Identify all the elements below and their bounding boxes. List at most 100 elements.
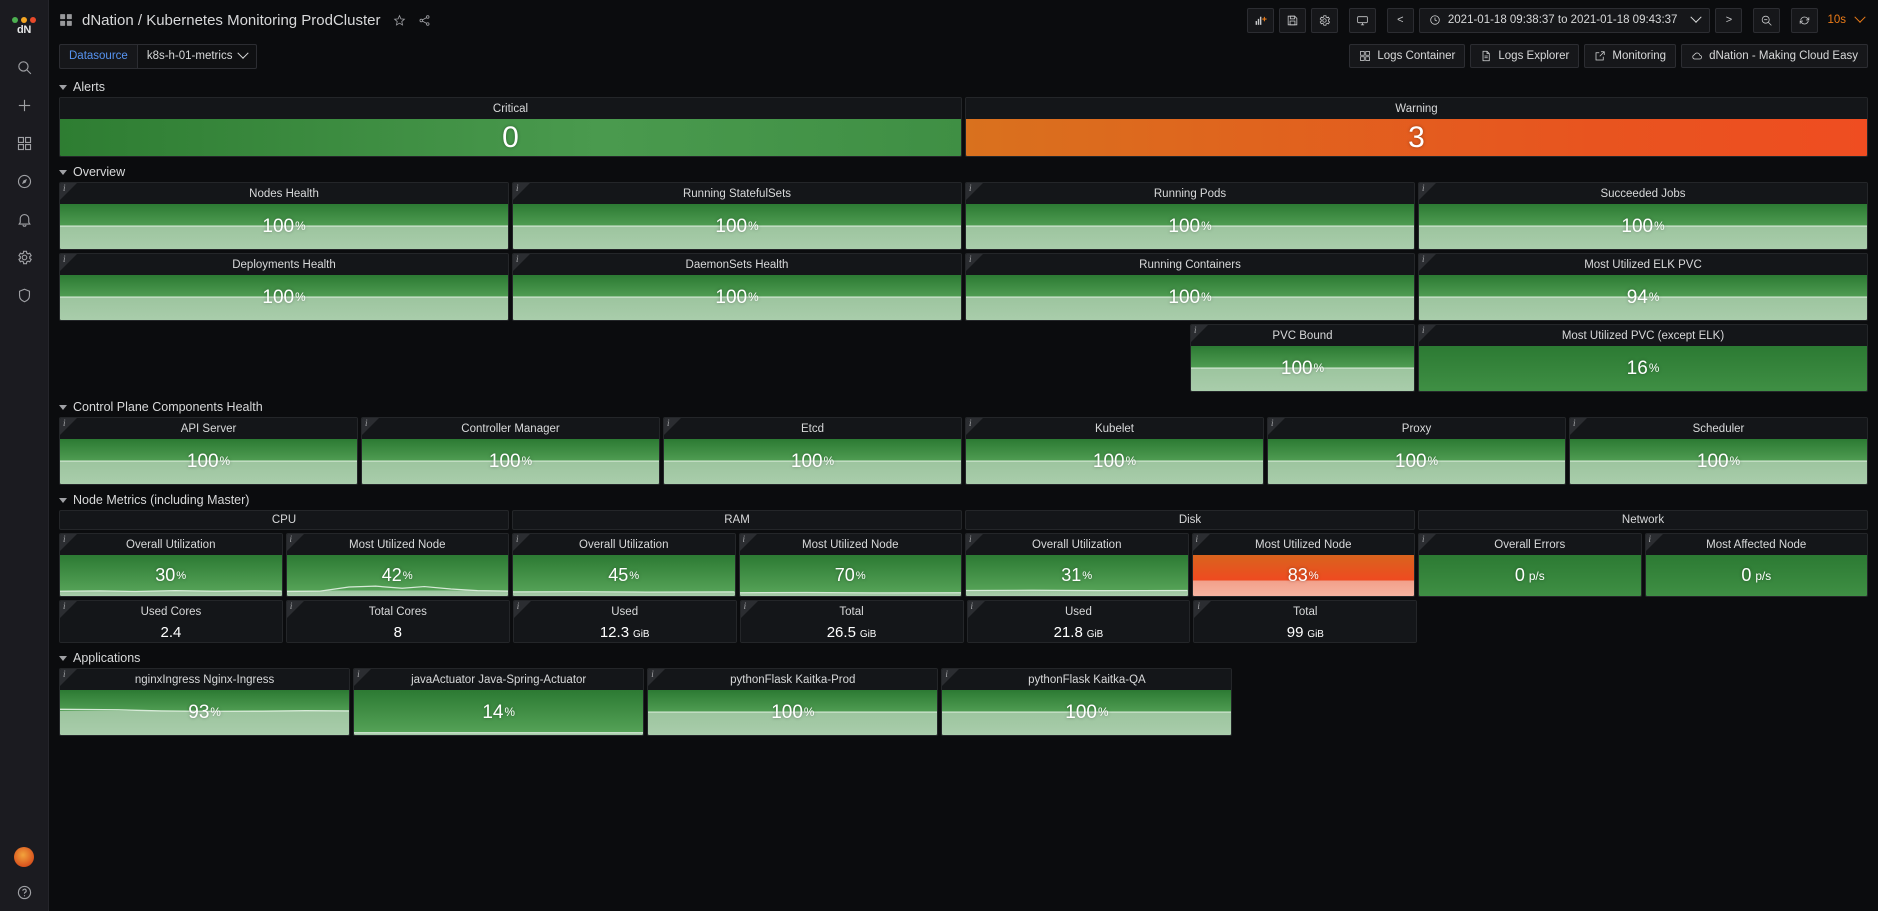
- panel-most-utilized-elk-pvc[interactable]: i Most Utilized ELK PVC 94%: [1418, 253, 1868, 321]
- info-icon[interactable]: i: [969, 535, 972, 544]
- time-prev-button[interactable]: <: [1386, 7, 1414, 33]
- link-dnation-cloud[interactable]: dNation - Making Cloud Easy: [1681, 44, 1868, 68]
- panel-pythonflask-kaitka-prod[interactable]: i pythonFlask Kaitka-Prod 100%: [647, 668, 939, 736]
- panel-ram-overall-utilization[interactable]: i Overall Utilization 45%: [512, 533, 736, 597]
- panel-running-containers[interactable]: i Running Containers 100%: [965, 253, 1415, 321]
- datasource-select[interactable]: k8s-h-01-metrics: [136, 43, 258, 69]
- panel-deployments-health[interactable]: i Deployments Health 100%: [59, 253, 509, 321]
- zoom-out-icon[interactable]: [1753, 7, 1781, 33]
- panel-running-pods[interactable]: i Running Pods 100%: [965, 182, 1415, 250]
- info-icon[interactable]: i: [945, 670, 948, 679]
- panel-disk-used[interactable]: i Used 21.8 GiB: [966, 600, 1191, 643]
- panel-disk-overall-utilization[interactable]: i Overall Utilization 31%: [965, 533, 1189, 597]
- info-icon[interactable]: i: [63, 184, 66, 193]
- panel-daemonsets-health[interactable]: i DaemonSets Health 100%: [512, 253, 962, 321]
- refresh-interval-picker[interactable]: 10s: [1823, 8, 1868, 33]
- info-icon[interactable]: i: [743, 535, 746, 544]
- info-icon[interactable]: i: [667, 419, 670, 428]
- panel-kubelet[interactable]: i Kubelet 100%: [965, 417, 1264, 485]
- panel-ram-most-utilized-node[interactable]: i Most Utilized Node 70%: [738, 533, 962, 597]
- info-icon[interactable]: i: [516, 535, 519, 544]
- row-header-node-metrics[interactable]: Node Metrics (including Master): [59, 489, 1868, 510]
- link-monitoring[interactable]: Monitoring: [1584, 44, 1677, 68]
- view-mode-button[interactable]: [1348, 7, 1376, 33]
- refresh-button[interactable]: [1791, 7, 1819, 33]
- panel-running-statefulsets[interactable]: i Running StatefulSets 100%: [512, 182, 962, 250]
- panel-pythonflask-kaitka-qa[interactable]: i pythonFlask Kaitka-QA 100%: [941, 668, 1233, 736]
- panel-critical[interactable]: Critical 0: [59, 97, 962, 157]
- time-next-button[interactable]: >: [1715, 7, 1743, 33]
- info-icon[interactable]: i: [357, 670, 360, 679]
- info-icon[interactable]: i: [1197, 602, 1200, 611]
- info-icon[interactable]: i: [1422, 535, 1425, 544]
- dashboards-grid-icon[interactable]: [0, 124, 49, 162]
- info-icon[interactable]: i: [969, 419, 972, 428]
- panel-api-server[interactable]: i API Server 100%: [59, 417, 358, 485]
- info-icon[interactable]: i: [63, 255, 66, 264]
- link-logs-explorer[interactable]: Logs Explorer: [1470, 44, 1580, 68]
- panel-cpu-most-utilized-node[interactable]: i Most Utilized Node 42%: [285, 533, 509, 597]
- info-icon[interactable]: i: [63, 602, 66, 611]
- add-panel-button[interactable]: [1246, 7, 1274, 33]
- save-dashboard-button[interactable]: [1278, 7, 1306, 33]
- info-icon[interactable]: i: [63, 670, 66, 679]
- info-icon[interactable]: i: [63, 535, 66, 544]
- panel-network-most-affected-node[interactable]: i Most Affected Node 0 p/s: [1644, 533, 1868, 597]
- row-header-applications[interactable]: Applications: [59, 647, 1868, 668]
- star-icon[interactable]: [393, 14, 406, 27]
- plus-icon[interactable]: [0, 86, 49, 124]
- brand-logo[interactable]: dN: [0, 4, 49, 48]
- panel-nodes-health[interactable]: i Nodes Health 100%: [59, 182, 509, 250]
- panel-cpu-total-cores[interactable]: i Total Cores 8: [285, 600, 510, 643]
- info-icon[interactable]: i: [517, 602, 520, 611]
- panel-scheduler[interactable]: i Scheduler 100%: [1569, 417, 1868, 485]
- panel-etcd[interactable]: i Etcd 100%: [663, 417, 962, 485]
- info-icon[interactable]: i: [969, 184, 972, 193]
- row-header-alerts[interactable]: Alerts: [59, 76, 1868, 97]
- panel-java-spring-actuator[interactable]: i javaActuator Java-Spring-Actuator 14%: [353, 668, 645, 736]
- info-icon[interactable]: i: [1271, 419, 1274, 428]
- panel-nginx-ingress[interactable]: i nginxIngress Nginx-Ingress 93%: [59, 668, 351, 736]
- panel-cpu-overall-utilization[interactable]: i Overall Utilization 30%: [59, 533, 283, 597]
- dashboard-settings-gear-icon[interactable]: [1310, 7, 1338, 33]
- panel-pvc-bound[interactable]: i PVC Bound 100%: [1189, 324, 1415, 392]
- info-icon[interactable]: i: [969, 255, 972, 264]
- compass-explore-icon[interactable]: [0, 162, 49, 200]
- row-header-overview[interactable]: Overview: [59, 161, 1868, 182]
- info-icon[interactable]: i: [971, 602, 974, 611]
- panel-ram-total[interactable]: i Total 26.5 GiB: [739, 600, 964, 643]
- panel-disk-total[interactable]: i Total 99 GiB: [1193, 600, 1418, 643]
- info-icon[interactable]: i: [1422, 255, 1425, 264]
- gear-icon[interactable]: [0, 238, 49, 276]
- info-icon[interactable]: i: [1196, 535, 1199, 544]
- panel-most-utilized-pvc-except-elk[interactable]: i Most Utilized PVC (except ELK) 16%: [1417, 324, 1868, 392]
- row-header-control-plane[interactable]: Control Plane Components Health: [59, 396, 1868, 417]
- info-icon[interactable]: i: [365, 419, 368, 428]
- bell-alerting-icon[interactable]: [0, 200, 49, 238]
- panel-disk-most-utilized-node[interactable]: i Most Utilized Node 83%: [1191, 533, 1415, 597]
- info-icon[interactable]: i: [1422, 326, 1425, 335]
- info-icon[interactable]: i: [651, 670, 654, 679]
- share-icon[interactable]: [418, 14, 431, 27]
- info-icon[interactable]: i: [290, 535, 293, 544]
- time-range-picker[interactable]: 2021-01-18 09:38:37 to 2021-01-18 09:43:…: [1418, 7, 1711, 33]
- info-icon[interactable]: i: [1573, 419, 1576, 428]
- info-icon[interactable]: i: [744, 602, 747, 611]
- link-logs-container[interactable]: Logs Container: [1349, 44, 1466, 68]
- info-icon[interactable]: i: [1649, 535, 1652, 544]
- info-icon[interactable]: i: [516, 184, 519, 193]
- info-icon[interactable]: i: [1194, 326, 1197, 335]
- panel-cpu-used-cores[interactable]: i Used Cores 2.4: [59, 600, 283, 643]
- avatar[interactable]: [14, 847, 34, 867]
- help-icon[interactable]: [0, 879, 49, 905]
- info-icon[interactable]: i: [516, 255, 519, 264]
- panel-warning[interactable]: Warning 3: [965, 97, 1868, 157]
- panel-ram-used[interactable]: i Used 12.3 GiB: [512, 600, 737, 643]
- panel-controller-manager[interactable]: i Controller Manager 100%: [361, 417, 660, 485]
- panel-network-overall-errors[interactable]: i Overall Errors 0 p/s: [1418, 533, 1642, 597]
- info-icon[interactable]: i: [1422, 184, 1425, 193]
- info-icon[interactable]: i: [63, 419, 66, 428]
- info-icon[interactable]: i: [290, 602, 293, 611]
- search-icon[interactable]: [0, 48, 49, 86]
- panel-succeeded-jobs[interactable]: i Succeeded Jobs 100%: [1418, 182, 1868, 250]
